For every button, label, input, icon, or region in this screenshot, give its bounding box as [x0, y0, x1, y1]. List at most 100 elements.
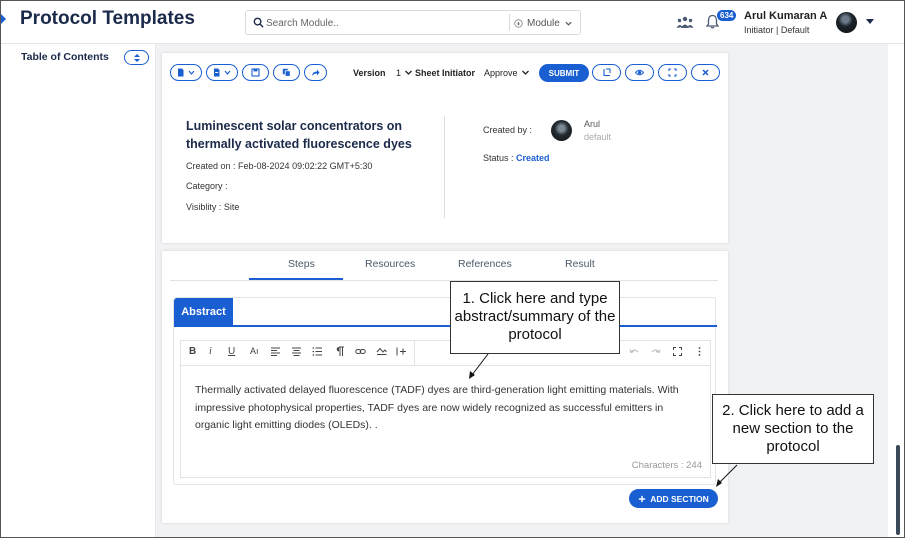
chevron-down-icon — [188, 70, 195, 75]
tab-resources[interactable]: Resources — [365, 258, 415, 270]
insert-image-button[interactable] — [376, 346, 387, 360]
app-title: Protocol Templates — [20, 8, 195, 29]
fullscreen-button[interactable] — [658, 64, 687, 81]
history-button[interactable] — [592, 64, 621, 81]
expand-icon — [668, 68, 677, 77]
copy-icon — [282, 68, 291, 77]
abstract-editor[interactable]: B i U Aı Thermally activated delayed flu… — [180, 340, 711, 478]
editor-more-button[interactable] — [694, 346, 705, 360]
new-file-button[interactable] — [170, 64, 202, 81]
submit-button[interactable]: SUBMIT — [539, 64, 589, 82]
preview-button[interactable] — [625, 64, 654, 81]
active-tab-indicator — [249, 278, 343, 280]
share-button[interactable] — [304, 64, 327, 81]
close-button[interactable] — [691, 64, 720, 81]
user-name: Arul Kumaran A — [744, 10, 828, 22]
export-file-button[interactable] — [206, 64, 238, 81]
callout-type-abstract: 1. Click here and type abstract/summary … — [450, 281, 620, 354]
more-vertical-icon — [698, 347, 701, 356]
created-by-label: Created by : — [483, 125, 533, 135]
brand-mark-icon — [0, 13, 6, 25]
font-size-button[interactable]: Aı — [250, 346, 259, 356]
character-count: Characters : 244 — [631, 460, 702, 471]
version-value: 1 — [396, 67, 402, 78]
sheet-initiator-label: Sheet Initiator — [415, 67, 476, 78]
underline-button[interactable]: U — [228, 346, 235, 357]
editor-toolbar: B i U Aı — [181, 341, 710, 366]
editor-fullscreen-button[interactable] — [672, 346, 683, 360]
paragraph-icon — [336, 346, 344, 356]
version-select[interactable]: 1 — [396, 64, 413, 81]
approve-select[interactable]: Approve — [484, 64, 530, 81]
sort-icon — [134, 54, 140, 62]
tab-bar: Steps Resources References Result — [170, 251, 718, 281]
toc-title: Table of Contents — [21, 51, 109, 63]
image-icon — [376, 347, 387, 355]
search-box: Module — [245, 10, 581, 35]
tab-references[interactable]: References — [458, 258, 512, 270]
protocol-toolbar — [170, 64, 327, 81]
tab-result[interactable]: Result — [565, 258, 595, 270]
category: Category : — [186, 181, 228, 191]
search-divider — [509, 14, 510, 31]
expand-icon — [673, 347, 682, 356]
sidebar: Table of Contents — [0, 44, 156, 538]
paragraph-button[interactable] — [334, 346, 345, 360]
chevron-down-icon — [224, 70, 231, 75]
module-select[interactable]: Module — [514, 14, 578, 32]
save-icon — [251, 68, 260, 77]
owner-name: Arul — [584, 119, 601, 129]
align-center-button[interactable] — [291, 346, 302, 360]
tab-steps[interactable]: Steps — [288, 258, 315, 270]
align-left-button[interactable] — [270, 346, 281, 360]
protocol-steps-card: Steps Resources References Result Abstra… — [162, 251, 728, 523]
top-bar: Protocol Templates Module 634 Arul Kumar… — [0, 0, 905, 44]
protocol-title: Luminescent solar concentrators on therm… — [186, 119, 412, 151]
redo-button[interactable] — [650, 346, 661, 360]
info-divider — [444, 116, 445, 218]
scrollbar-thumb[interactable] — [896, 445, 900, 535]
toc-toggle-button[interactable] — [124, 50, 149, 65]
undo-button[interactable] — [629, 346, 640, 360]
close-icon — [702, 69, 709, 76]
team-icon[interactable] — [676, 16, 694, 28]
chevron-down-icon — [521, 70, 529, 75]
align-center-icon — [292, 347, 301, 356]
share-icon — [312, 69, 320, 76]
owner-role: default — [584, 132, 612, 142]
save-button[interactable] — [242, 64, 269, 81]
redo-icon — [651, 349, 661, 354]
search-input[interactable] — [266, 14, 506, 32]
approve-value: Approve — [484, 67, 518, 78]
file-export-icon — [214, 68, 220, 77]
undo-icon — [629, 349, 639, 354]
search-icon — [253, 17, 264, 28]
add-section-label: ADD SECTION — [650, 493, 709, 504]
protocol-info-card: Version 1 Sheet Initiator Approve SUBMIT… — [162, 53, 728, 243]
status-label: Status : — [483, 153, 514, 163]
section-underline — [174, 325, 717, 327]
copy-button[interactable] — [273, 64, 300, 81]
notification-badge: 634 — [716, 9, 738, 22]
insert-more-button[interactable] — [396, 346, 407, 360]
chevron-down-icon — [565, 21, 572, 26]
bold-button[interactable]: B — [189, 346, 196, 357]
list-button[interactable] — [312, 346, 323, 360]
align-left-icon — [271, 347, 280, 356]
list-icon — [312, 347, 322, 356]
file-icon — [178, 68, 184, 77]
section-tab-abstract[interactable]: Abstract — [174, 298, 233, 326]
add-section-button[interactable]: ADD SECTION — [629, 489, 718, 508]
chevron-down-icon — [405, 70, 412, 75]
plus-icon — [639, 495, 646, 502]
italic-button[interactable]: i — [209, 346, 212, 357]
module-label: Module — [527, 17, 560, 29]
link-button[interactable] — [355, 346, 366, 360]
abstract-text[interactable]: Thermally activated delayed fluorescence… — [195, 382, 695, 435]
callout-add-section: 2. Click here to add a new section to th… — [712, 394, 874, 464]
avatar[interactable] — [836, 12, 857, 33]
user-menu-caret-icon[interactable] — [866, 19, 874, 24]
history-icon — [603, 68, 611, 77]
toolbar-separator — [414, 341, 415, 366]
module-icon — [514, 18, 523, 28]
